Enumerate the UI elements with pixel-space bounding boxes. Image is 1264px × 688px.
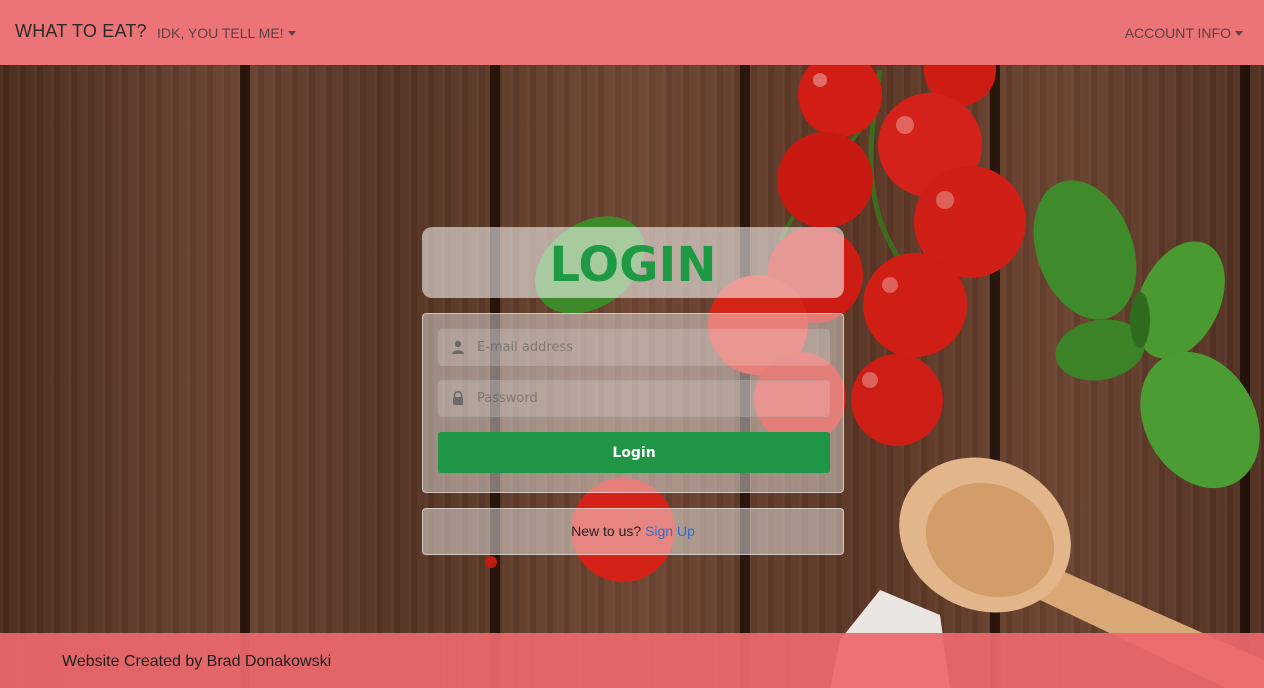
caret-down-icon — [1235, 31, 1243, 36]
login-header: LOGIN — [422, 227, 844, 298]
suggestion-dropdown-label: IDK, YOU TELL ME! — [157, 25, 284, 41]
login-title: LOGIN — [549, 237, 717, 293]
login-button[interactable]: Login — [438, 432, 830, 473]
navbar: WHAT TO EAT? IDK, YOU TELL ME! ACCOUNT I… — [0, 0, 1264, 65]
signup-panel: New to us? Sign Up — [422, 508, 844, 555]
account-info-dropdown[interactable]: ACCOUNT INFO — [1125, 25, 1243, 41]
password-field[interactable] — [438, 380, 830, 417]
login-form: Login — [422, 313, 844, 493]
account-info-dropdown-label: ACCOUNT INFO — [1124, 25, 1231, 41]
footer: Website Created by Brad Donakowski — [0, 633, 1264, 688]
password-input[interactable] — [477, 381, 827, 416]
footer-credit: Website Created by Brad Donakowski — [62, 653, 332, 670]
signup-link[interactable]: Sign Up — [645, 523, 695, 539]
user-icon — [452, 340, 464, 354]
signup-prompt: New to us? — [571, 523, 642, 539]
email-field[interactable] — [438, 329, 830, 366]
lock-icon — [453, 391, 463, 405]
email-input[interactable] — [477, 330, 827, 365]
brand-link[interactable]: WHAT TO EAT? — [15, 21, 147, 42]
caret-down-icon — [287, 31, 296, 36]
suggestion-dropdown[interactable]: IDK, YOU TELL ME! — [157, 25, 296, 41]
